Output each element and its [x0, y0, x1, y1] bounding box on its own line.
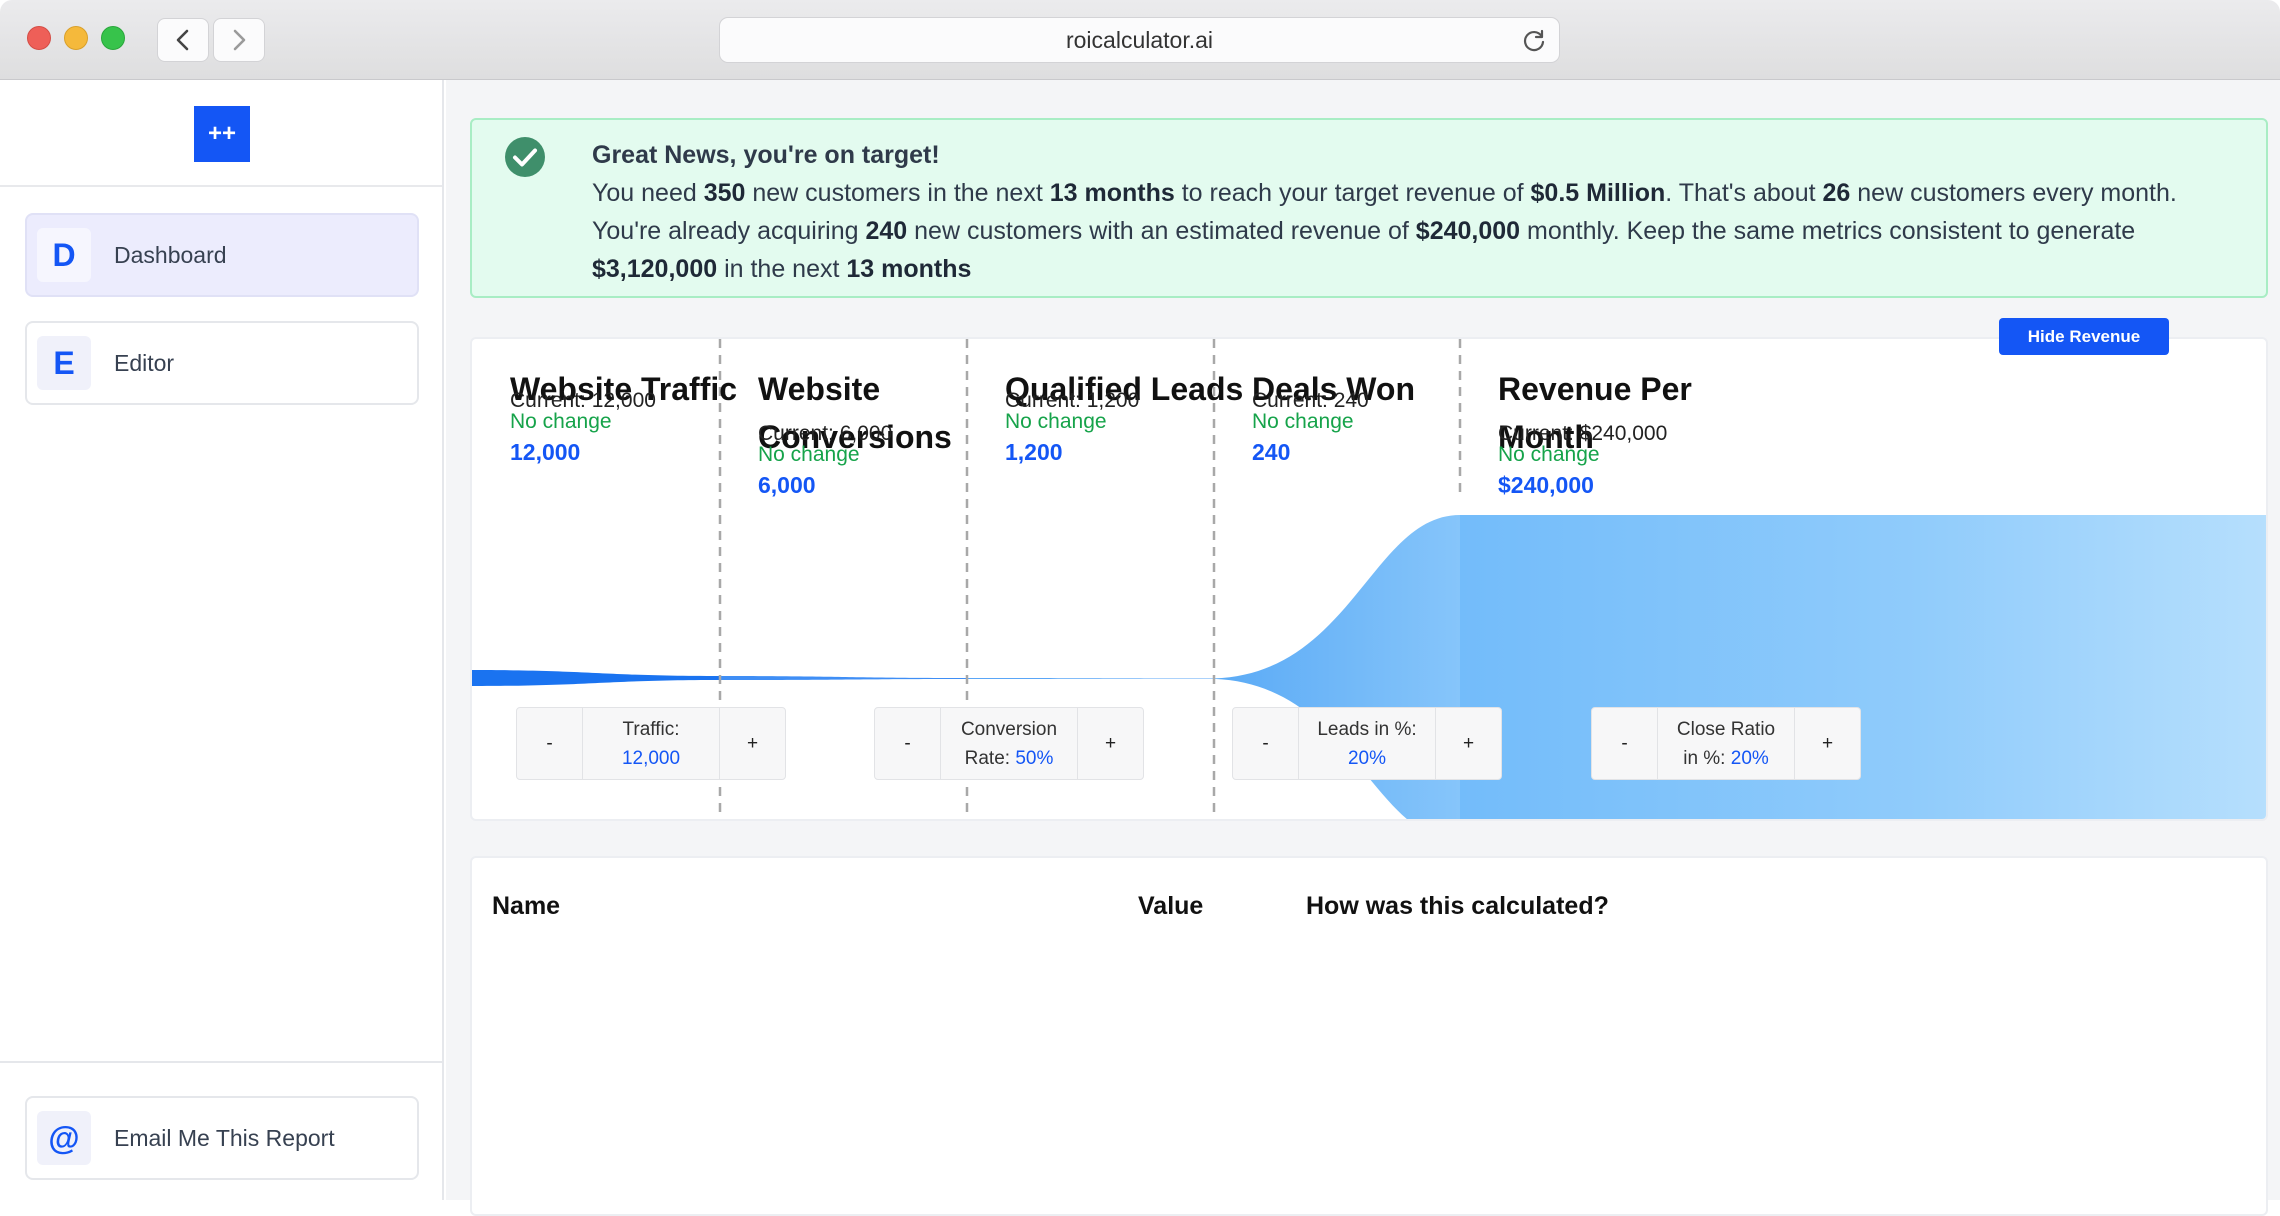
dashboard-letter-icon: D	[37, 228, 91, 282]
app-logo[interactable]: ++	[194, 106, 250, 162]
success-alert: Great News, you're on target! You need 3…	[470, 118, 2268, 298]
editor-letter-icon: E	[37, 336, 91, 390]
column-header-name: Name	[492, 892, 561, 920]
stage-value: 240	[1252, 439, 1291, 465]
conversion-rate-stepper: - Conversion Rate: 50% +	[874, 707, 1144, 780]
forward-button[interactable]	[213, 18, 265, 62]
window-controls	[27, 26, 125, 50]
logo-area: ++	[0, 80, 442, 187]
stepper-label: Leads in %:	[1317, 718, 1417, 740]
stage-change: No change	[1498, 443, 1600, 466]
stage-value: $240,000	[1498, 472, 1594, 498]
alert-title: Great News, you're on target!	[592, 141, 940, 169]
stepper-label: Traffic:	[622, 718, 680, 740]
traffic-increase-button[interactable]: +	[720, 708, 785, 779]
close-window-button[interactable]	[27, 26, 51, 50]
check-circle-icon	[505, 137, 545, 177]
at-sign-icon: @	[37, 1111, 91, 1165]
stage-value: 6,000	[758, 472, 816, 498]
stepper-label: Conversion	[960, 718, 1058, 740]
sidebar-footer: @ Email Me This Report	[0, 1061, 442, 1200]
stage-change: No change	[1252, 410, 1354, 433]
calculation-table: Name Value How was this calculated?	[470, 856, 2268, 1216]
alert-line-1: You need 350 new customers in the next 1…	[592, 179, 2177, 207]
leads-stepper: - Leads in %: 20% +	[1232, 707, 1502, 780]
stepper-value: 12,000	[621, 747, 681, 769]
sidebar-item-label: Dashboard	[114, 241, 227, 268]
close-ratio-value-display[interactable]: Close Ratio in %: 20%	[1657, 708, 1795, 779]
main-content: Great News, you're on target! You need 3…	[446, 80, 2280, 1216]
leads-increase-button[interactable]: +	[1436, 708, 1501, 779]
stepper-label: Close Ratio	[1676, 718, 1776, 740]
conversion-increase-button[interactable]: +	[1078, 708, 1143, 779]
browser-toolbar: roicalculator.ai	[0, 0, 2280, 80]
minimize-window-button[interactable]	[64, 26, 88, 50]
conversion-value-display[interactable]: Conversion Rate: 50%	[940, 708, 1078, 779]
alert-line-3: $3,120,000 in the next 13 months	[592, 255, 972, 283]
traffic-value-display[interactable]: Traffic: 12,000	[582, 708, 720, 779]
sidebar: ++ D Dashboard E Editor @ Email Me This …	[0, 80, 444, 1200]
stage-change: No change	[510, 410, 612, 433]
leads-decrease-button[interactable]: -	[1233, 708, 1298, 779]
stepper-label-line2: in %: 20%	[1683, 747, 1769, 769]
email-report-label: Email Me This Report	[114, 1124, 335, 1151]
traffic-stepper: - Traffic: 12,000 +	[516, 707, 786, 780]
close-ratio-decrease-button[interactable]: -	[1592, 708, 1657, 779]
close-ratio-stepper: - Close Ratio in %: 20% +	[1591, 707, 1861, 780]
hide-revenue-button[interactable]: Hide Revenue	[1999, 318, 2169, 355]
stage-value: 12,000	[510, 439, 581, 465]
stepper-value: 50%	[1015, 747, 1054, 769]
chevron-left-icon	[176, 29, 189, 51]
alert-line-2: You're already acquiring 240 new custome…	[592, 217, 2136, 245]
stage-change: No change	[1005, 410, 1107, 433]
column-header-value: Value	[1138, 892, 1204, 920]
maximize-window-button[interactable]	[101, 26, 125, 50]
url-text: roicalculator.ai	[1065, 26, 1214, 53]
stage-value: 1,200	[1005, 439, 1063, 465]
close-ratio-increase-button[interactable]: +	[1795, 708, 1860, 779]
stage-change: No change	[758, 443, 860, 466]
traffic-decrease-button[interactable]: -	[517, 708, 582, 779]
stepper-label-line2: Rate: 50%	[964, 747, 1054, 769]
conversion-decrease-button[interactable]: -	[875, 708, 940, 779]
sidebar-item-dashboard[interactable]: D Dashboard	[25, 213, 419, 297]
leads-value-display[interactable]: Leads in %: 20%	[1298, 708, 1436, 779]
chevron-right-icon	[233, 29, 246, 51]
sidebar-item-editor[interactable]: E Editor	[25, 321, 419, 405]
column-header-how-calculated: How was this calculated?	[1306, 892, 1609, 920]
stepper-value: 20%	[1730, 747, 1769, 769]
stepper-value: 20%	[1347, 747, 1387, 769]
address-bar[interactable]: roicalculator.ai	[719, 17, 1560, 63]
back-button[interactable]	[157, 18, 209, 62]
reload-icon[interactable]	[1521, 28, 1547, 54]
sidebar-item-label: Editor	[114, 349, 175, 376]
email-report-button[interactable]: @ Email Me This Report	[25, 1096, 419, 1180]
alert-message: Great News, you're on target! You need 3…	[592, 136, 2262, 288]
